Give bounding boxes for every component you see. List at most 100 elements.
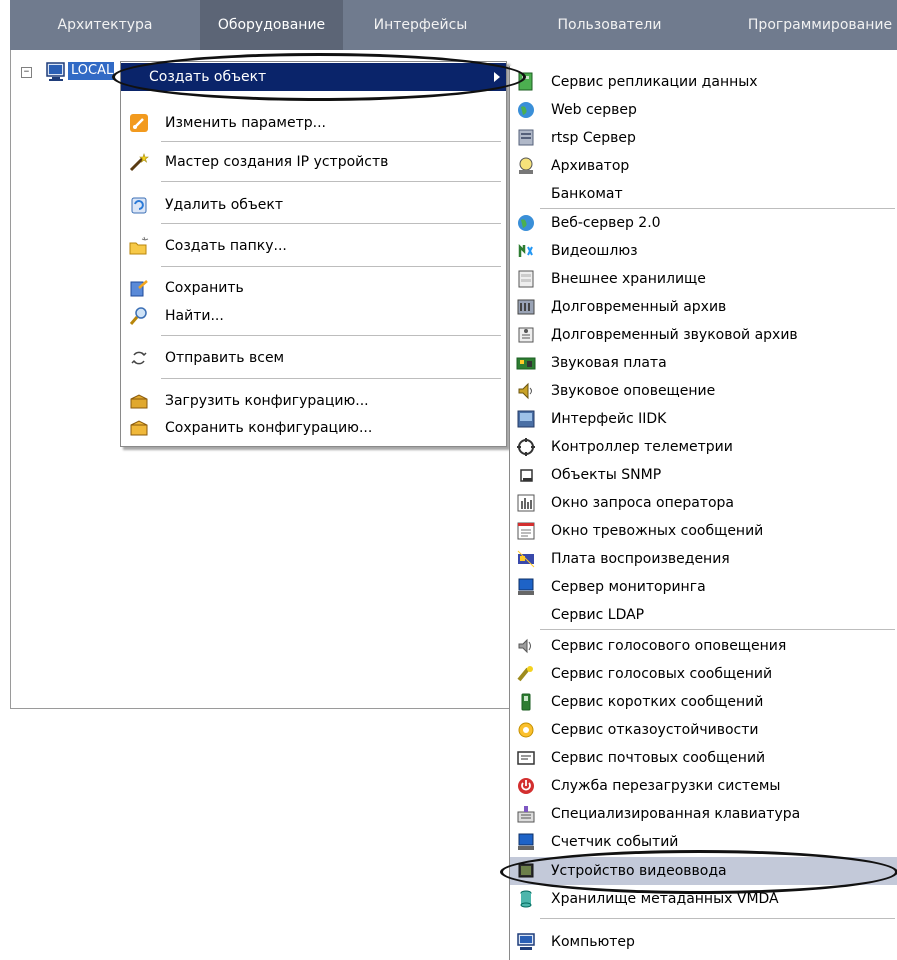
submenu-item-label: Архиватор (551, 158, 630, 174)
submenu-item-label: Специализированная клавиатура (551, 806, 801, 822)
submenu-item-label: Банкомат (551, 186, 623, 202)
submenu-item-sound-card[interactable]: Звуковая плата (510, 349, 897, 377)
submenu-item-label: Web сервер (551, 102, 637, 118)
submenu-item-archiver[interactable]: Архиватор (510, 152, 897, 180)
submenu-item-playback-board[interactable]: Плата воспроизведения (510, 545, 897, 573)
submenu-item-label: Звуковая плата (551, 355, 667, 371)
menu-item-delete-object[interactable]: Удалить объект (121, 191, 506, 219)
submenu-item-video-gateway[interactable]: Видеошлюз (510, 237, 897, 265)
submenu-item-label: Сервер мониторинга (551, 579, 706, 595)
replication-icon (518, 72, 533, 91)
submenu-item-alarm-window[interactable]: Окно тревожных сообщений (510, 517, 897, 545)
alarm-window-icon (517, 522, 535, 540)
iidk-icon (517, 410, 535, 428)
create-object-submenu: Сервис репликации данных Web сервер rtsp… (509, 66, 897, 960)
refresh-icon (131, 351, 147, 365)
menu-item-label: Удалить объект (165, 197, 284, 213)
wand-icon (129, 153, 149, 172)
telemetry-icon (517, 438, 535, 456)
submenu-item-ldap[interactable]: Сервис LDAP (510, 601, 897, 629)
submenu-item-label: Сервис голосового оповещения (551, 638, 787, 654)
submenu-item-failover[interactable]: Сервис отказоустойчивости (510, 716, 897, 744)
sound-card-icon (516, 357, 536, 370)
submenu-item-event-counter[interactable]: Счетчик событий (510, 828, 897, 856)
submenu-item-web-server[interactable]: Web сервер (510, 96, 897, 124)
menu-item-label: Отправить всем (165, 350, 285, 366)
submenu-item-atm[interactable]: Банкомат (510, 180, 897, 208)
menu-item-label: Создать папку... (165, 238, 287, 254)
snmp-icon (520, 469, 533, 482)
submenu-item-rtsp-server[interactable]: rtsp Сервер (510, 124, 897, 152)
submenu-item-label: Хранилище метаданных VMDA (551, 891, 779, 907)
menu-item-send-all[interactable]: Отправить всем (121, 344, 506, 372)
submenu-item-label: Сервис отказоустойчивости (551, 722, 759, 738)
submenu-item-snmp[interactable]: Объекты SNMP (510, 461, 897, 489)
tab-interfaces[interactable]: Интерфейсы (343, 0, 498, 50)
submenu-item-monitoring-server[interactable]: Сервер мониторинга (510, 573, 897, 601)
submenu-item-mail[interactable]: Сервис почтовых сообщений (510, 744, 897, 772)
submenu-item-label: Звуковое оповещение (551, 383, 716, 399)
top-tab-bar: Архитектура Оборудование Интерфейсы Поль… (10, 0, 897, 50)
menu-item-ip-wizard[interactable]: Мастер создания IP устройств (121, 148, 506, 176)
menu-separator (161, 266, 501, 268)
tab-equipment[interactable]: Оборудование (200, 0, 343, 50)
submenu-item-voice-alert[interactable]: Сервис голосового оповещения (510, 632, 897, 660)
submenu-item-telemetry[interactable]: Контроллер телеметрии (510, 433, 897, 461)
tree-node-local[interactable]: LOCAL (68, 62, 114, 80)
submenu-item-keyboard[interactable]: Специализированная клавиатура (510, 800, 897, 828)
submenu-item-sound-alert[interactable]: Звуковое оповещение (510, 377, 897, 405)
submenu-item-long-archive[interactable]: Долговременный архив (510, 293, 897, 321)
submenu-item-label: Плата воспроизведения (551, 551, 730, 567)
tab-programming[interactable]: Программирование (735, 0, 897, 50)
computer-icon (517, 933, 535, 950)
menu-item-label: Создать объект (149, 69, 267, 85)
menu-item-label: Сохранить (165, 280, 244, 296)
submenu-item-video-input[interactable]: Устройство видеоввода (510, 857, 897, 885)
submenu-item-label: Сервис коротких сообщений (551, 694, 764, 710)
submenu-item-label: Сервис почтовых сообщений (551, 750, 766, 766)
edit-param-icon (130, 114, 148, 132)
menu-item-create-folder[interactable]: Создать папку... (121, 232, 506, 260)
monitoring-server-icon (518, 578, 534, 595)
submenu-item-label: Окно запроса оператора (551, 495, 734, 511)
menu-item-save-config[interactable]: Сохранить конфигурацию... (121, 414, 506, 442)
sound-alert-icon (518, 382, 532, 400)
event-counter-icon (518, 833, 534, 850)
submenu-item-label: Устройство видеоввода (551, 863, 727, 879)
submenu-item-iidk[interactable]: Интерфейс IIDK (510, 405, 897, 433)
submenu-item-web-server-2[interactable]: Веб-сервер 2.0 (510, 209, 897, 237)
submenu-item-computer[interactable]: Компьютер (510, 928, 897, 956)
submenu-item-vmda[interactable]: Хранилище метаданных VMDA (510, 885, 897, 913)
submenu-item-label: Видеошлюз (551, 243, 638, 259)
mail-icon (517, 751, 535, 765)
operator-request-icon (517, 494, 535, 512)
menu-separator (161, 181, 501, 183)
menu-item-label: Найти... (165, 308, 224, 324)
submenu-item-label: rtsp Сервер (551, 130, 636, 146)
long-archive-icon (517, 299, 535, 315)
vmda-icon (520, 890, 532, 908)
submenu-item-external-storage[interactable]: Внешнее хранилище (510, 265, 897, 293)
submenu-item-data-replication[interactable]: Сервис репликации данных (510, 68, 897, 96)
submenu-item-restart-service[interactable]: Служба перезагрузки системы (510, 772, 897, 800)
submenu-item-voice-messages[interactable]: Сервис голосовых сообщений (510, 660, 897, 688)
menu-item-find[interactable]: Найти... (121, 302, 506, 330)
submenu-item-label: Объекты SNMP (551, 467, 662, 483)
submenu-item-label: Сервис голосовых сообщений (551, 666, 773, 682)
context-menu: Создать объект Изменить параметр... Маст… (120, 61, 507, 447)
menu-separator (161, 141, 501, 143)
video-gateway-icon (518, 243, 533, 257)
tab-users[interactable]: Пользователи (542, 0, 677, 50)
menu-item-save[interactable]: Сохранить (121, 274, 506, 302)
tree-collapse-toggle[interactable]: − (21, 67, 32, 78)
submenu-item-sound-archive[interactable]: Долговременный звуковой архив (510, 321, 897, 349)
menu-item-create-object[interactable]: Создать объект (121, 63, 506, 91)
tab-architecture[interactable]: Архитектура (10, 0, 200, 50)
menu-item-label: Загрузить конфигурацию... (165, 393, 369, 409)
submenu-item-operator-request[interactable]: Окно запроса оператора (510, 489, 897, 517)
menu-item-load-config[interactable]: Загрузить конфигурацию... (121, 387, 506, 415)
submenu-item-label: Долговременный архив (551, 299, 727, 315)
submenu-item-label: Долговременный звуковой архив (551, 327, 798, 343)
submenu-item-sms[interactable]: Сервис коротких сообщений (510, 688, 897, 716)
menu-item-edit-param[interactable]: Изменить параметр... (121, 109, 506, 137)
